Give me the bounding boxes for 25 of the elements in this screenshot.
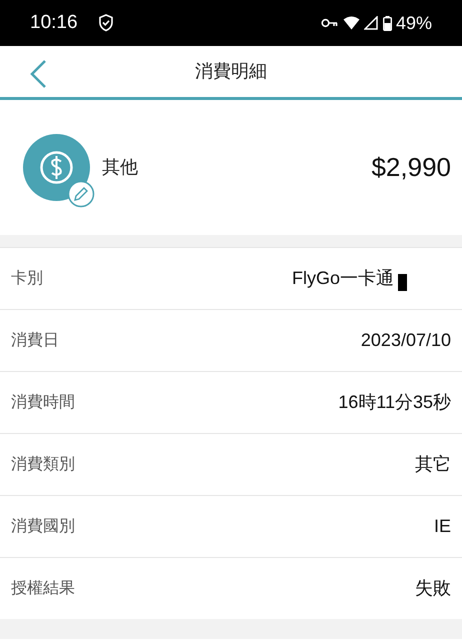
page-title: 消費明細 bbox=[195, 60, 267, 83]
detail-label: 消費類別 bbox=[11, 454, 75, 474]
detail-value: IE bbox=[434, 515, 451, 538]
amount: $2,990 bbox=[371, 151, 451, 184]
dollar-icon bbox=[23, 134, 90, 201]
status-time: 10:16 bbox=[30, 10, 78, 35]
battery-percent: 49% bbox=[396, 12, 432, 34]
detail-value: 2023/07/10 bbox=[360, 329, 451, 352]
detail-value: FlyGo一卡通 bbox=[292, 267, 394, 290]
detail-label: 卡別 bbox=[11, 268, 43, 288]
back-icon[interactable] bbox=[28, 59, 48, 89]
detail-label: 消費時間 bbox=[11, 392, 75, 412]
key-icon bbox=[320, 18, 338, 28]
detail-label: 消費國別 bbox=[11, 516, 75, 536]
battery-icon bbox=[382, 16, 392, 30]
detail-value: 16時11分35秒 bbox=[338, 391, 451, 414]
detail-label: 授權結果 bbox=[11, 578, 75, 598]
signal-icon bbox=[364, 16, 378, 30]
category-label: 其他 bbox=[102, 156, 138, 179]
pencil-icon[interactable] bbox=[67, 180, 95, 208]
detail-value: 其它 bbox=[415, 453, 451, 476]
wifi-icon bbox=[342, 16, 360, 30]
detail-value: 失敗 bbox=[415, 577, 451, 600]
detail-label: 消費日 bbox=[11, 330, 59, 350]
shield-icon bbox=[98, 14, 114, 32]
